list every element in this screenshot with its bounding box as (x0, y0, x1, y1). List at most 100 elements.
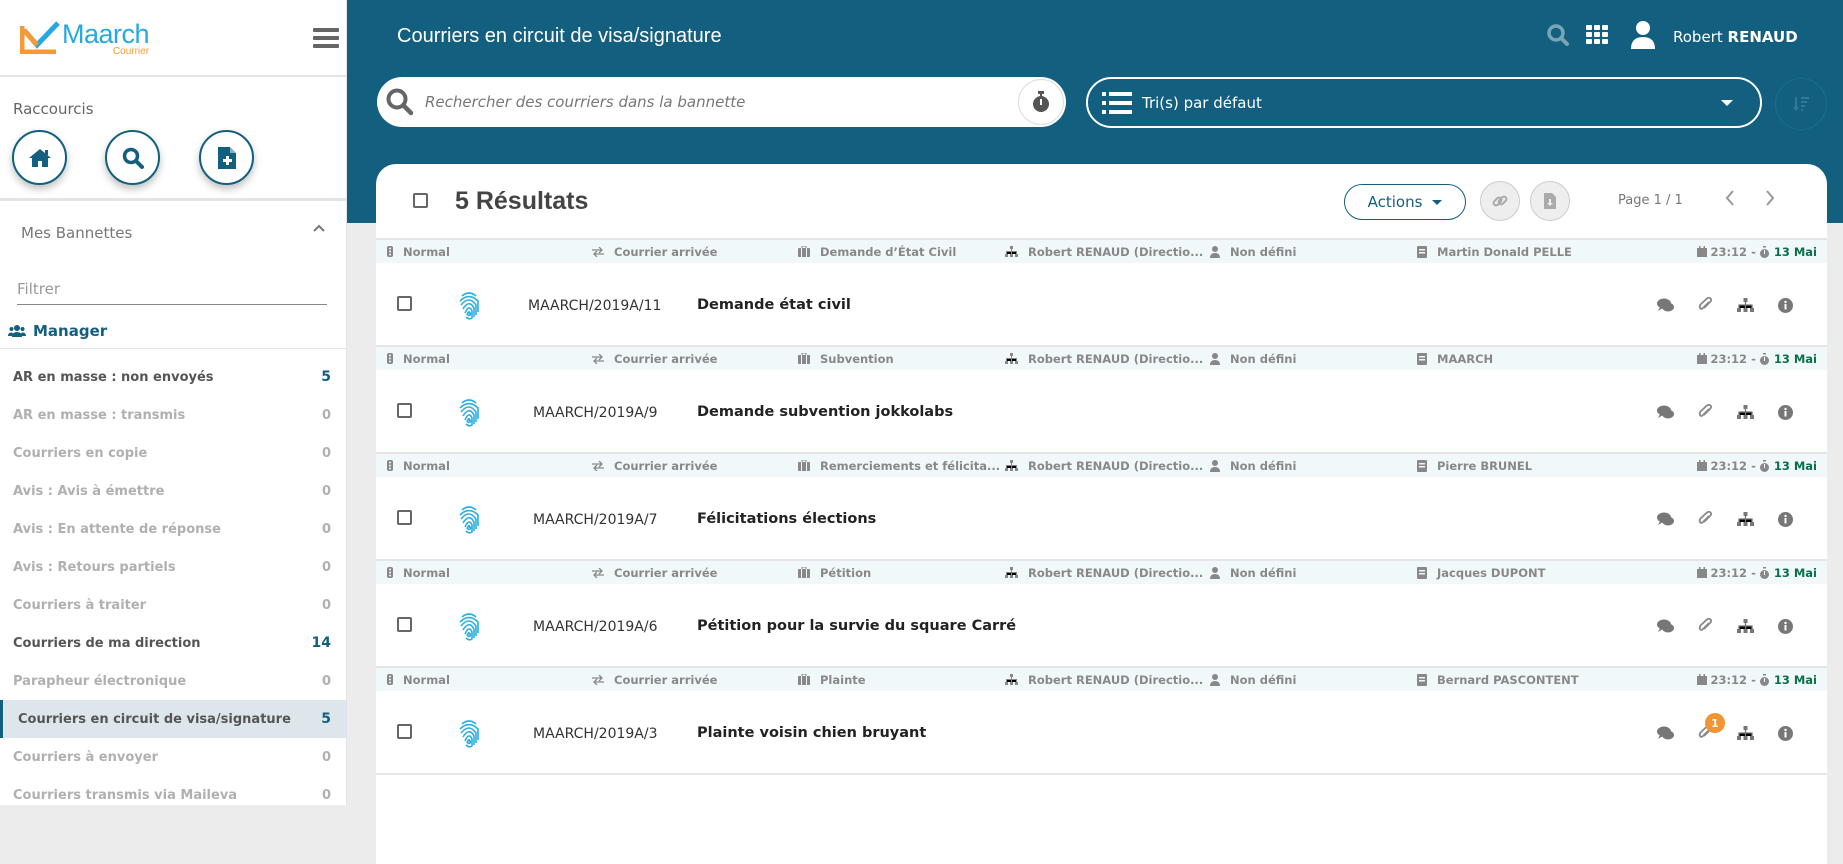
mail-checkbox[interactable] (397, 296, 412, 311)
mail-subject[interactable]: Pétition pour la survie du square Carré (697, 618, 1016, 634)
info-button[interactable] (1765, 725, 1805, 741)
sidebar-basket-item[interactable]: Avis : En attente de réponse 0 (0, 510, 347, 548)
group-manager[interactable]: Manager (8, 322, 107, 340)
select-all-checkbox[interactable] (413, 193, 428, 208)
mail-subject[interactable]: Félicitations élections (697, 511, 876, 527)
logo[interactable]: Maarch Courrier (20, 20, 150, 57)
entity-text: Robert RENAUD (Directio... (1028, 458, 1204, 473)
sidebar-basket-item[interactable]: Courriers de ma direction 14 (0, 624, 347, 662)
mail-checkbox[interactable] (397, 403, 412, 418)
mail-search-input[interactable] (425, 93, 1005, 111)
actions-button[interactable]: Actions (1344, 184, 1466, 220)
sitemap-icon (1005, 566, 1018, 578)
sidebar-basket-item[interactable]: Avis : Retours partiels 0 (0, 548, 347, 586)
sidebar-basket-item[interactable]: Courriers à envoyer 0 (0, 738, 347, 776)
sidebar-basket-item[interactable]: AR en masse : transmis 0 (0, 396, 347, 434)
mail-subject[interactable]: Plainte voisin chien bruyant (697, 725, 926, 741)
notes-button[interactable] (1645, 298, 1685, 312)
briefcase-icon (798, 353, 810, 364)
next-page-icon[interactable] (1764, 189, 1776, 207)
sidebar-basket-item[interactable]: Courriers transmis via Maileva 0 (0, 776, 347, 814)
meta-priority: Normal (387, 673, 450, 687)
mail-row-main: MAARCH/2019A/7 Félicitations élections (376, 477, 1827, 561)
chevron-up-icon[interactable] (312, 223, 326, 233)
basket-count: 0 (321, 407, 331, 423)
stopwatch-icon (1759, 245, 1769, 258)
user-icon[interactable] (1630, 20, 1656, 50)
contact-text: Pierre BRUNEL (1437, 458, 1533, 473)
notes-button[interactable] (1645, 405, 1685, 419)
home-shortcut-button[interactable] (12, 130, 67, 185)
mail-reference: MAARCH/2019A/7 (533, 512, 658, 528)
mail-checkbox[interactable] (397, 510, 412, 525)
mail-checkbox[interactable] (397, 724, 412, 739)
sidebar-basket-item[interactable]: Courriers à traiter 0 (0, 586, 347, 624)
mail-row[interactable]: Normal Courrier arrivée Pétition Robert … (376, 561, 1827, 668)
page-indicator: Page 1 / 1 (1618, 193, 1683, 208)
diffusion-list-button[interactable] (1725, 725, 1765, 741)
previous-page-icon[interactable] (1724, 189, 1736, 207)
diffusion-list-button[interactable] (1725, 404, 1765, 420)
user-name[interactable]: Robert RENAUD (1673, 28, 1798, 46)
user-icon (1210, 566, 1220, 579)
basket-filter-input[interactable] (17, 276, 327, 305)
basket-label: Avis : En attente de réponse (13, 521, 221, 537)
paperclip-icon (1698, 297, 1712, 310)
diffusion-list-button[interactable] (1725, 618, 1765, 634)
fingerprint-wrap (458, 504, 480, 538)
info-button[interactable] (1765, 511, 1805, 527)
apps-grid-icon[interactable] (1586, 25, 1608, 45)
mail-actions: 1 (1645, 713, 1805, 741)
export-button[interactable] (1530, 181, 1570, 221)
search-history-button[interactable] (1018, 79, 1064, 125)
baskets-header[interactable]: Mes Bannettes (0, 201, 346, 261)
menu-toggle-button[interactable] (313, 28, 339, 50)
mail-row[interactable]: Normal Courrier arrivée Plainte Robert R… (376, 668, 1827, 775)
doctype-text: Subvention (820, 351, 894, 366)
sort-order-button[interactable] (1775, 78, 1827, 130)
info-icon (1777, 297, 1793, 313)
attachments-button[interactable] (1685, 297, 1725, 313)
info-button[interactable] (1765, 404, 1805, 420)
diffusion-list-button[interactable] (1725, 511, 1765, 527)
mail-subject[interactable]: Demande subvention jokkolabs (697, 404, 953, 420)
search-icon[interactable] (1546, 23, 1570, 47)
attachments-button[interactable] (1685, 511, 1725, 527)
mail-reference: MAARCH/2019A/9 (533, 405, 658, 421)
mail-subject[interactable]: Demande état civil (697, 297, 851, 313)
meta-date: 23:12 - 13 Mai (1697, 459, 1817, 473)
diffusion-list-button[interactable] (1725, 297, 1765, 313)
results-header: 5 Résultats Actions Page 1 / 1 (376, 164, 1827, 240)
sitemap-icon (1736, 618, 1754, 633)
mail-reference: MAARCH/2019A/11 (528, 298, 662, 314)
attachments-button[interactable]: 1 (1685, 713, 1725, 741)
sidebar-basket-item[interactable]: Courriers en circuit de visa/signature 5 (0, 700, 347, 738)
info-button[interactable] (1765, 618, 1805, 634)
calendar-icon (1697, 460, 1708, 471)
sidebar-basket-item[interactable]: Parapheur électronique 0 (0, 662, 347, 700)
meta-category: Courrier arrivée (592, 673, 717, 687)
basket-count: 5 (321, 369, 331, 385)
hamburger-bar (313, 44, 339, 48)
assignee-text: Non défini (1230, 244, 1297, 259)
info-button[interactable] (1765, 297, 1805, 313)
deadline-text: 13 Mai (1773, 351, 1817, 366)
notes-button[interactable] (1645, 619, 1685, 633)
mail-row[interactable]: Normal Courrier arrivée Demande d’État C… (376, 240, 1827, 347)
address-book-icon (1417, 566, 1427, 579)
search-shortcut-button[interactable] (105, 130, 160, 185)
link-button[interactable] (1480, 181, 1520, 221)
attachments-button[interactable] (1685, 618, 1725, 634)
sidebar-basket-item[interactable]: AR en masse : non envoyés 5 (0, 358, 347, 396)
stopwatch-icon (1033, 91, 1049, 112)
notes-button[interactable] (1645, 726, 1685, 740)
sidebar-basket-item[interactable]: Avis : Avis à émettre 0 (0, 472, 347, 510)
mail-row[interactable]: Normal Courrier arrivée Remerciements et… (376, 454, 1827, 561)
sidebar-basket-item[interactable]: Courriers en copie 0 (0, 434, 347, 472)
mail-checkbox[interactable] (397, 617, 412, 632)
notes-button[interactable] (1645, 512, 1685, 526)
attachments-button[interactable] (1685, 404, 1725, 420)
sort-dropdown[interactable]: Tri(s) par défaut (1086, 77, 1762, 128)
mail-row[interactable]: Normal Courrier arrivée Subvention Rober… (376, 347, 1827, 454)
add-mail-shortcut-button[interactable] (199, 130, 254, 185)
